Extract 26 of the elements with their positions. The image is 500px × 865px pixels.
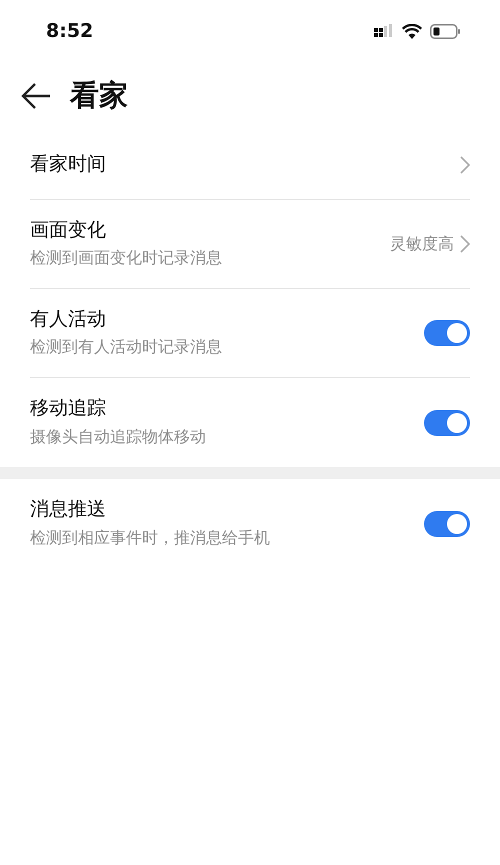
settings-row[interactable]: 看家时间 — [30, 130, 470, 200]
setting-title: 画面变化 — [30, 218, 107, 242]
chevron-right-icon — [460, 235, 470, 253]
setting-description: 检测到有人活动时记录消息 — [30, 336, 222, 358]
chevron-right-icon — [460, 156, 470, 174]
toggle-switch[interactable] — [424, 320, 470, 346]
setting-title: 看家时间 — [30, 152, 106, 177]
toggle-switch[interactable] — [424, 410, 470, 436]
setting-value: 灵敏度高 — [390, 233, 454, 255]
setting-description: 检测到画面变化时记录消息 — [30, 247, 222, 270]
settings-row[interactable]: 移动追踪 摄像头自动追踪物体移动 — [30, 378, 470, 467]
settings-row[interactable]: 画面变化 检测到画面变化时记录消息 灵敏度高 — [30, 200, 470, 289]
setting-title: 有人活动 — [30, 306, 107, 332]
wifi-icon — [402, 24, 422, 38]
battery-icon — [430, 24, 460, 38]
setting-description: 摄像头自动追踪物体移动 — [30, 426, 206, 448]
settings-row[interactable]: 有人活动 检测到有人活动时记录消息 — [30, 289, 470, 378]
status-time: 8:52 — [46, 18, 94, 44]
back-button[interactable] — [20, 81, 52, 111]
setting-title: 移动追踪 — [30, 396, 107, 421]
setting-description: 检测到相应事件时，推消息给手机 — [30, 526, 270, 549]
signal-icon — [374, 24, 394, 38]
page-title: 看家 — [70, 77, 128, 114]
settings-row[interactable]: 消息推送 检测到相应事件时，推消息给手机 — [30, 479, 470, 568]
toggle-switch[interactable] — [424, 510, 470, 536]
setting-title: 消息推送 — [30, 497, 107, 522]
